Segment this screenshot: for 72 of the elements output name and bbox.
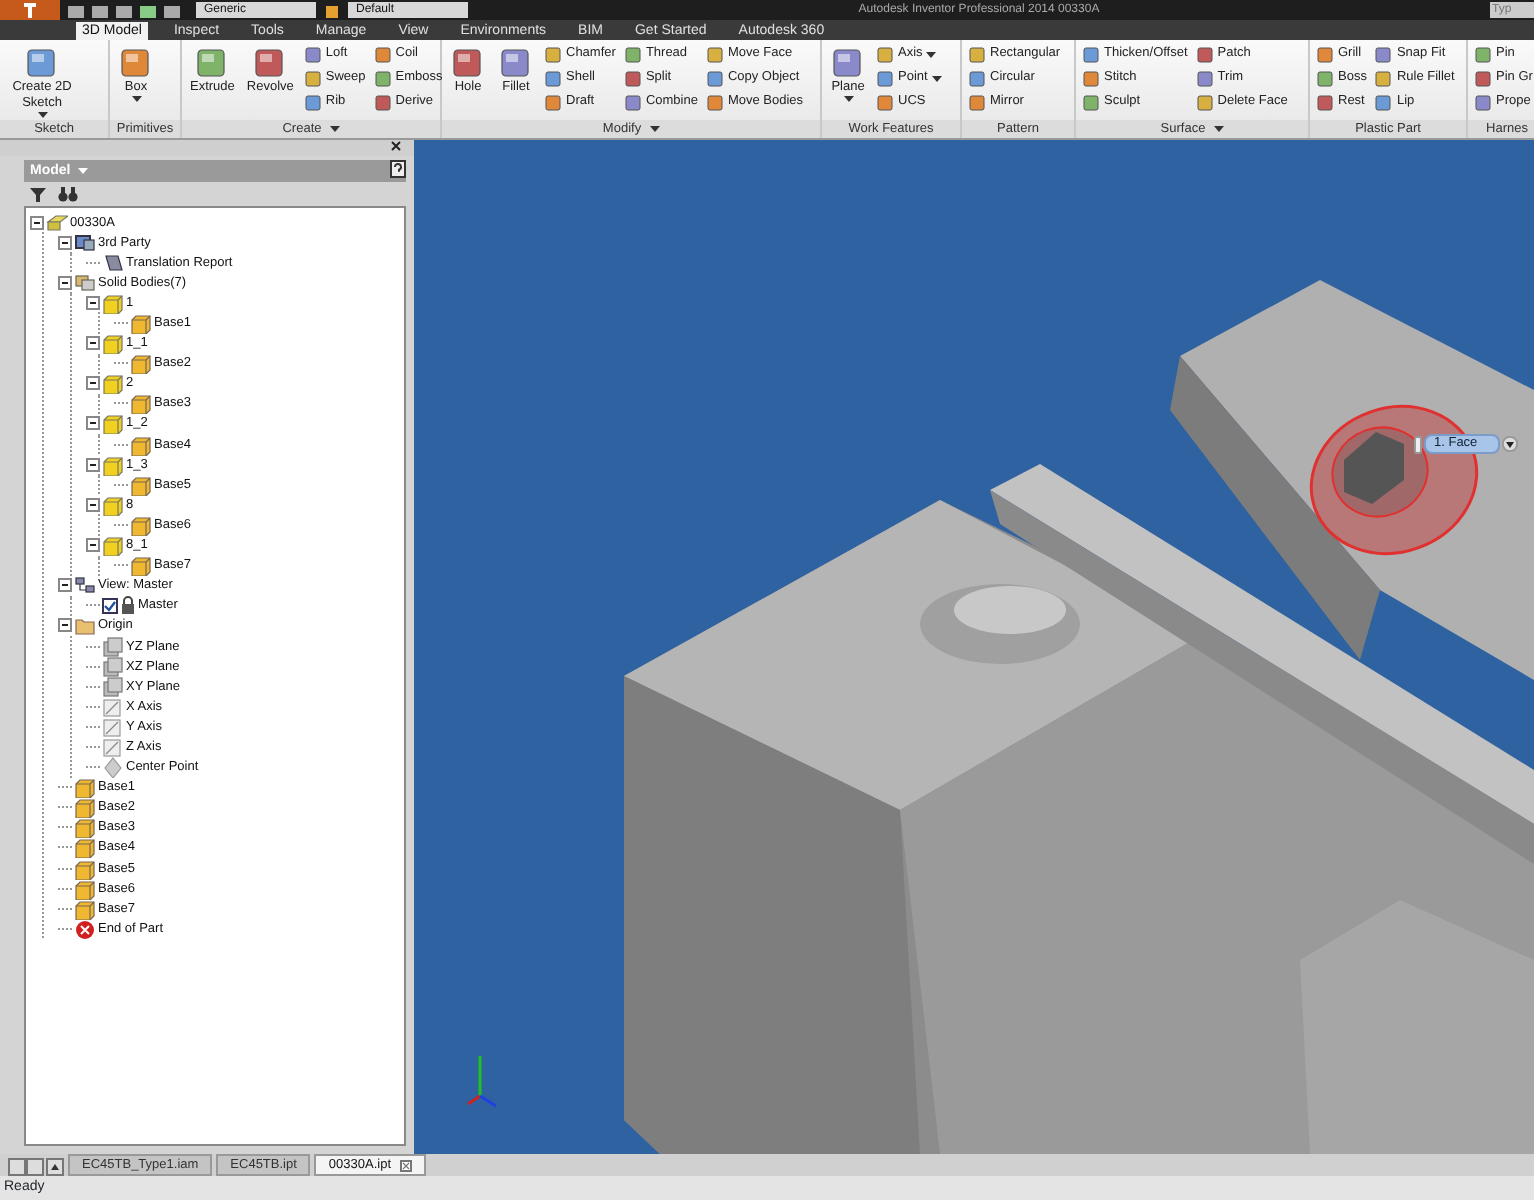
coordinate-triad-icon bbox=[467, 1056, 497, 1108]
collapse-icon[interactable] bbox=[58, 618, 72, 633]
cube-icon bbox=[102, 534, 124, 557]
cube-icon bbox=[74, 776, 96, 799]
caret-icon bbox=[843, 96, 853, 102]
lock-icon bbox=[120, 596, 136, 615]
component-icon bbox=[74, 231, 96, 254]
cube-icon bbox=[102, 412, 124, 435]
collapse-icon[interactable] bbox=[86, 457, 100, 472]
representation-icon bbox=[74, 574, 96, 597]
tool-icon bbox=[252, 44, 289, 80]
collapse-icon[interactable] bbox=[58, 235, 72, 250]
cube-icon bbox=[130, 513, 152, 536]
cube-icon bbox=[130, 433, 152, 456]
cube-icon bbox=[102, 493, 124, 516]
cube-icon bbox=[102, 453, 124, 476]
cube-icon bbox=[74, 836, 96, 859]
plane-icon bbox=[102, 675, 124, 698]
cube-icon bbox=[130, 554, 152, 577]
caret-icon bbox=[926, 51, 937, 57]
cube-icon bbox=[130, 352, 152, 375]
cube-icon bbox=[130, 473, 152, 496]
cube-icon bbox=[130, 312, 152, 335]
stop-icon bbox=[74, 917, 96, 940]
cube-icon bbox=[74, 857, 96, 880]
close-icon[interactable] bbox=[399, 1159, 412, 1171]
cube-icon bbox=[102, 372, 124, 395]
tool-icon bbox=[194, 44, 231, 80]
caret-icon bbox=[131, 96, 141, 102]
window-arrange-icon[interactable] bbox=[8, 1158, 64, 1176]
folder-icon bbox=[74, 614, 96, 637]
tool-icon bbox=[118, 44, 154, 80]
collapse-icon[interactable] bbox=[86, 497, 100, 512]
help-icon[interactable] bbox=[390, 160, 406, 178]
filter-icon[interactable] bbox=[30, 186, 46, 202]
point-icon bbox=[102, 756, 124, 779]
cube-icon bbox=[130, 392, 152, 415]
tool-icon bbox=[24, 44, 60, 80]
collapse-icon[interactable] bbox=[86, 336, 100, 351]
grip-handle-icon[interactable] bbox=[1414, 435, 1422, 453]
tool-icon bbox=[498, 44, 534, 80]
caret-icon[interactable] bbox=[1213, 126, 1224, 132]
caret-icon bbox=[931, 75, 942, 81]
collapse-icon[interactable] bbox=[58, 275, 72, 290]
plane-icon bbox=[102, 635, 124, 658]
collapse-icon[interactable] bbox=[86, 416, 100, 431]
close-icon[interactable] bbox=[390, 140, 402, 152]
collapse-icon[interactable] bbox=[86, 376, 100, 391]
report-icon bbox=[102, 251, 124, 274]
collapse-icon[interactable] bbox=[30, 215, 44, 230]
letter-logo-icon bbox=[22, 2, 38, 18]
cube-icon bbox=[74, 816, 96, 839]
caret-icon[interactable] bbox=[649, 126, 660, 132]
cube-icon bbox=[102, 332, 124, 355]
application-menu-button[interactable] bbox=[0, 0, 60, 20]
collapse-icon[interactable] bbox=[86, 538, 100, 553]
cube-icon bbox=[102, 291, 124, 314]
solid-bodies-icon bbox=[74, 271, 96, 294]
tool-icon bbox=[830, 44, 866, 80]
appearance-icon bbox=[324, 3, 340, 17]
caret-icon[interactable] bbox=[329, 126, 340, 132]
plane-icon bbox=[102, 655, 124, 678]
checkbox[interactable] bbox=[102, 597, 118, 614]
cube-icon bbox=[74, 897, 96, 920]
cad-model-drawing[interactable] bbox=[624, 280, 1534, 1154]
collapse-icon[interactable] bbox=[86, 295, 100, 310]
tool-icon bbox=[450, 44, 486, 80]
collapse-icon[interactable] bbox=[58, 578, 72, 593]
part-icon bbox=[46, 211, 68, 234]
cube-icon bbox=[74, 877, 96, 900]
cube-icon bbox=[74, 796, 96, 819]
binoculars-icon[interactable] bbox=[58, 186, 78, 202]
